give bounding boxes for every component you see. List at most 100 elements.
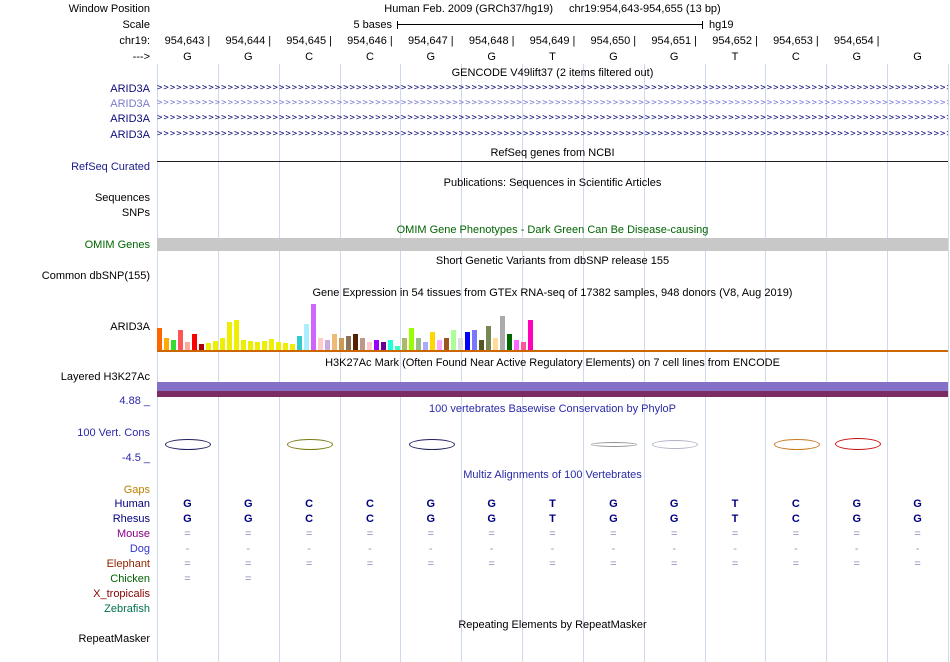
sequences-label[interactable]: Sequences: [0, 191, 150, 205]
gtex-expression-bar[interactable]: [458, 338, 463, 350]
species-label-elephant[interactable]: Elephant: [0, 557, 150, 571]
gtex-expression-bar[interactable]: [227, 322, 232, 350]
gtex-expression-bar[interactable]: [493, 338, 498, 350]
gtex-expression-chart[interactable]: [157, 302, 535, 350]
gene-transcript[interactable]: >>>>>>>>>>>>>>>>>>>>>>>>>>>>>>>>>>>>>>>>…: [157, 97, 948, 110]
gtex-expression-bar[interactable]: [269, 339, 274, 350]
alignment-base: G: [426, 498, 436, 510]
gtex-expression-bar[interactable]: [353, 334, 358, 350]
gtex-expression-bar[interactable]: [465, 332, 470, 350]
species-label-zebrafish[interactable]: Zebrafish: [0, 602, 150, 616]
gtex-expression-bar[interactable]: [514, 340, 519, 350]
h3k27ac-label[interactable]: Layered H3K27Ac: [0, 370, 150, 384]
ruler-position: 954,652 |: [712, 35, 758, 47]
dbsnp-track-header: Short Genetic Variants from dbSNP releas…: [435, 255, 670, 267]
gtex-expression-bar[interactable]: [248, 341, 253, 350]
gtex-expression-bar[interactable]: [486, 326, 491, 350]
gtex-expression-bar[interactable]: [318, 338, 323, 350]
gencode-track-header: GENCODE V49lift37 (2 items filtered out): [451, 67, 654, 79]
alignment-base: =: [610, 528, 617, 540]
gtex-expression-bar[interactable]: [178, 330, 183, 350]
gtex-expression-bar[interactable]: [367, 342, 372, 350]
gtex-expression-bar[interactable]: [402, 338, 407, 350]
conservation-mark: [773, 438, 820, 450]
gtex-expression-bar[interactable]: [213, 341, 218, 350]
gtex-expression-bar[interactable]: [409, 328, 414, 350]
gtex-expression-bar[interactable]: [423, 342, 428, 350]
gtex-expression-bar[interactable]: [346, 336, 351, 350]
gtex-expression-bar[interactable]: [325, 340, 330, 350]
gtex-expression-bar[interactable]: [185, 342, 190, 350]
gene-transcript[interactable]: >>>>>>>>>>>>>>>>>>>>>>>>>>>>>>>>>>>>>>>>…: [157, 128, 948, 141]
gene-transcript[interactable]: >>>>>>>>>>>>>>>>>>>>>>>>>>>>>>>>>>>>>>>>…: [157, 112, 948, 125]
snps-label[interactable]: SNPs: [0, 206, 150, 220]
gtex-expression-bar[interactable]: [507, 334, 512, 350]
gtex-expression-bar[interactable]: [262, 341, 267, 350]
gtex-expression-bar[interactable]: [444, 338, 449, 350]
gtex-expression-bar[interactable]: [388, 340, 393, 350]
gtex-expression-bar[interactable]: [381, 342, 386, 350]
species-label-x_tropicalis[interactable]: X_tropicalis: [0, 587, 150, 601]
gtex-expression-bar[interactable]: [521, 342, 526, 350]
h3k27ac-band[interactable]: [157, 382, 948, 391]
conservation-label[interactable]: 100 Vert. Cons: [0, 426, 150, 440]
dbsnp-label[interactable]: Common dbSNP(155): [0, 269, 150, 283]
gtex-expression-bar[interactable]: [171, 340, 176, 350]
alignment-base: =: [305, 558, 313, 570]
gtex-expression-bar[interactable]: [276, 342, 281, 350]
gtex-expression-bar[interactable]: [255, 342, 260, 350]
gtex-expression-bar[interactable]: [283, 343, 288, 350]
alignment-base: G: [183, 513, 192, 525]
gtex-expression-bar[interactable]: [528, 320, 533, 350]
gene-label[interactable]: ARID3A: [0, 112, 150, 126]
gtex-expression-bar[interactable]: [297, 336, 302, 350]
alignment-base: C: [365, 513, 374, 525]
repeatmasker-label[interactable]: RepeatMasker: [0, 632, 150, 646]
gtex-expression-bar[interactable]: [234, 320, 239, 350]
ruler-position: 954,647 |: [407, 35, 454, 47]
species-label-mouse[interactable]: Mouse: [0, 527, 150, 541]
alignment-base: =: [184, 573, 191, 585]
gtex-expression-bar[interactable]: [374, 340, 379, 350]
gtex-expression-bar[interactable]: [192, 334, 197, 350]
gtex-expression-bar[interactable]: [437, 340, 442, 350]
refseq-transcript-line[interactable]: [157, 161, 948, 162]
gtex-expression-bar[interactable]: [157, 328, 162, 350]
species-label-human[interactable]: Human: [0, 497, 150, 511]
gtex-expression-bar[interactable]: [332, 334, 337, 350]
ruler-base: T: [549, 51, 556, 63]
alignment-base: T: [731, 498, 739, 510]
omim-genes-label[interactable]: OMIM Genes: [0, 238, 150, 252]
gtex-expression-bar[interactable]: [164, 338, 169, 350]
gtex-baseline: [157, 350, 948, 352]
gtex-expression-bar[interactable]: [241, 340, 246, 350]
gene-transcript[interactable]: >>>>>>>>>>>>>>>>>>>>>>>>>>>>>>>>>>>>>>>>…: [157, 82, 948, 95]
alignment-base: =: [427, 528, 435, 540]
gtex-expression-bar[interactable]: [339, 338, 344, 350]
gene-label[interactable]: ARID3A: [0, 82, 150, 96]
gtex-expression-bar[interactable]: [430, 332, 435, 350]
gtex-gene-label[interactable]: ARID3A: [0, 320, 150, 334]
gtex-expression-bar[interactable]: [500, 316, 505, 350]
species-label-rhesus[interactable]: Rhesus: [0, 512, 150, 526]
gtex-expression-bar[interactable]: [451, 330, 456, 350]
gtex-expression-bar[interactable]: [472, 330, 477, 350]
gtex-expression-bar[interactable]: [416, 338, 421, 350]
h3k27ac-band[interactable]: [157, 391, 948, 397]
gene-label[interactable]: ARID3A: [0, 128, 150, 142]
gtex-expression-bar[interactable]: [206, 343, 211, 350]
gtex-expression-bar[interactable]: [220, 338, 225, 350]
gtex-expression-bar[interactable]: [304, 324, 309, 350]
refseq-curated-label[interactable]: RefSeq Curated: [0, 160, 150, 174]
gene-label[interactable]: ARID3A: [0, 97, 150, 111]
omim-gene-bar[interactable]: [157, 238, 948, 251]
alignment-base: =: [549, 558, 556, 570]
species-label-chicken[interactable]: Chicken: [0, 572, 150, 586]
alignment-base: =: [488, 558, 495, 570]
gtex-expression-bar[interactable]: [479, 340, 484, 350]
gtex-expression-bar[interactable]: [360, 338, 365, 350]
alignment-base: C: [305, 513, 314, 525]
gtex-expression-bar[interactable]: [311, 304, 316, 350]
species-label-dog[interactable]: Dog: [0, 542, 150, 556]
alignment-base: C: [791, 498, 800, 510]
